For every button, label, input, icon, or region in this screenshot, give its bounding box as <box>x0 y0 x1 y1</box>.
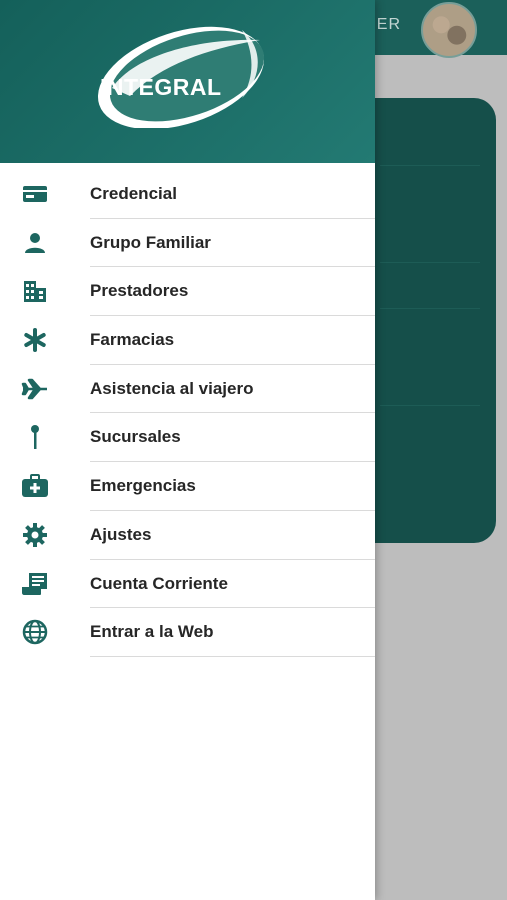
asterisk-icon <box>21 328 49 353</box>
navigation-drawer: INTEGRAL Credencial Grupo Familiar Prest… <box>0 0 375 900</box>
menu-item-credencial[interactable]: Credencial <box>0 170 375 219</box>
menu-item-label: Sucursales <box>90 427 181 447</box>
globe-icon <box>21 619 49 645</box>
menu-item-label: Asistencia al viajero <box>90 378 254 398</box>
menu-item-emergencias[interactable]: Emergencias <box>0 462 375 511</box>
menu-item-label: Cuenta Corriente <box>90 573 228 593</box>
menu-item-ajustes[interactable]: Ajustes <box>0 511 375 560</box>
menu-item-label: Grupo Familiar <box>90 232 211 252</box>
integral-logo <box>97 26 265 128</box>
receipt-icon <box>21 572 49 596</box>
menu-item-farmacias[interactable]: Farmacias <box>0 316 375 365</box>
menu-item-prestadores[interactable]: Prestadores <box>0 267 375 317</box>
drawer-header: INTEGRAL <box>0 0 375 163</box>
menu-item-entrar-web[interactable]: Entrar a la Web <box>0 608 375 657</box>
menu-item-label: Emergencias <box>90 476 196 496</box>
airplane-icon <box>21 377 49 401</box>
menu-item-label: Prestadores <box>90 281 189 301</box>
drawer-menu: Credencial Grupo Familiar Prestadores Fa… <box>0 170 375 657</box>
menu-item-label: Farmacias <box>90 330 175 350</box>
menu-item-grupo-familiar[interactable]: Grupo Familiar <box>0 219 375 268</box>
medical-kit-icon <box>21 474 49 498</box>
map-pin-icon <box>21 425 49 450</box>
menu-item-label: Entrar a la Web <box>90 622 214 642</box>
person-icon <box>21 231 49 255</box>
menu-item-cuenta-corriente[interactable]: Cuenta Corriente <box>0 560 375 609</box>
buildings-icon <box>21 279 49 303</box>
menu-item-asistencia-viajero[interactable]: Asistencia al viajero <box>0 365 375 414</box>
menu-divider <box>90 655 375 657</box>
menu-item-sucursales[interactable]: Sucursales <box>0 413 375 463</box>
menu-item-label: Ajustes <box>90 524 152 544</box>
logo-text: INTEGRAL <box>100 74 222 100</box>
id-card-icon <box>21 182 49 206</box>
gear-icon <box>21 522 49 547</box>
menu-item-label: Credencial <box>90 184 177 203</box>
